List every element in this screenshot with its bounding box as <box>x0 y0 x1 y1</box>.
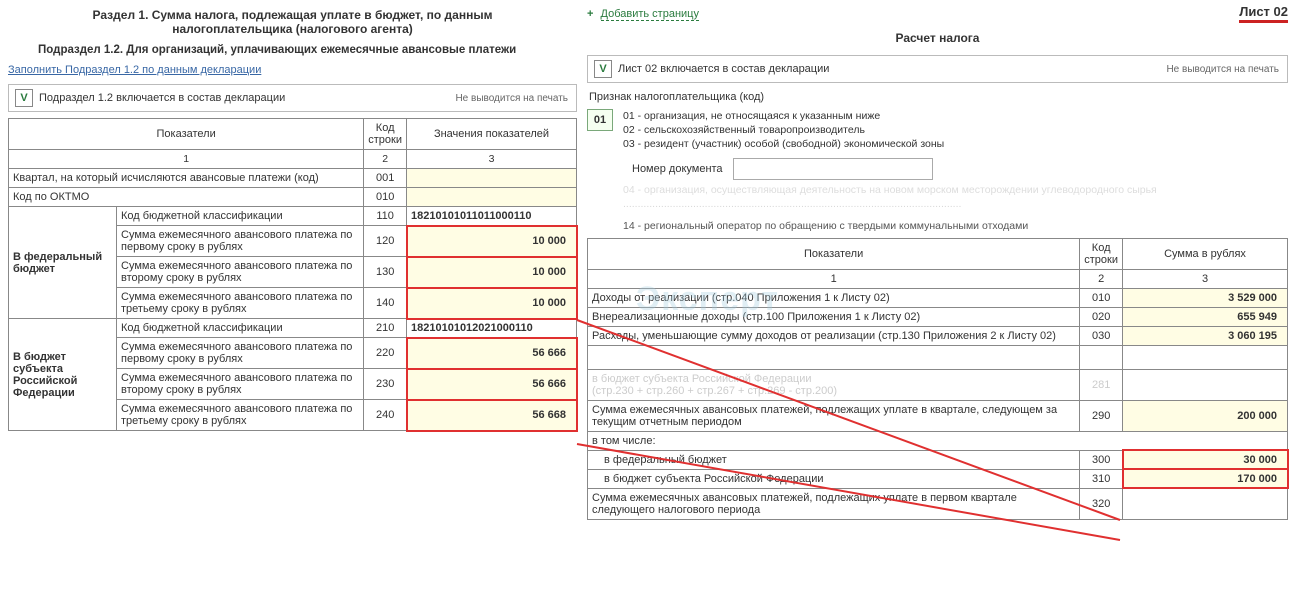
val-230[interactable]: 56 666 <box>407 369 577 400</box>
subj-header: В бюджет субъекта Российской Федерации <box>9 319 117 431</box>
sum-300[interactable]: 30 000 <box>1123 450 1288 469</box>
reg-hint-14: 14 - региональный оператор по обращению … <box>623 220 1288 232</box>
val-130[interactable]: 10 000 <box>407 257 577 288</box>
sum-320[interactable] <box>1123 488 1288 519</box>
include-checkbox[interactable]: V <box>15 89 33 107</box>
left-pane: Раздел 1. Сумма налога, подлежащая уплат… <box>0 0 583 590</box>
taxcode-heading: Признак налогоплательщика (код) <box>589 91 1288 103</box>
subhead-3: 3 <box>407 150 577 169</box>
left-subtitle: Подраздел 1.2. Для организаций, уплачива… <box>38 44 577 56</box>
rcol-3: Сумма в рублях <box>1123 238 1288 269</box>
docnum-input[interactable] <box>733 158 933 180</box>
row-020: Внереализационные доходы (стр.100 Прилож… <box>588 307 1288 326</box>
noprint-label-02: Не выводится на печать <box>1166 64 1287 75</box>
row-281: в бюджет субъекта Российской Федерации (… <box>588 369 1288 400</box>
row-incl: в том числе: <box>588 431 1288 450</box>
right-title: Расчет налога <box>587 31 1288 45</box>
rsub-3: 3 <box>1123 269 1288 288</box>
sum-030[interactable]: 3 060 195 <box>1123 326 1288 345</box>
taxcode-value[interactable]: 01 <box>587 109 613 131</box>
val-010[interactable] <box>407 188 577 207</box>
fed-header: В федеральный бюджет <box>9 207 117 319</box>
rsub-1: 1 <box>588 269 1080 288</box>
include-section-12: V Подраздел 1.2 включается в состав декл… <box>8 84 577 112</box>
include-checkbox-02[interactable]: V <box>594 60 612 78</box>
val-210: 18210101012021000110 <box>407 319 577 338</box>
row-320: Сумма ежемесячных авансовых платежей, по… <box>588 488 1288 519</box>
rcol-2: Код строки <box>1080 238 1123 269</box>
subhead-2: 2 <box>364 150 407 169</box>
row-kvartal: Квартал, на который исчисляются авансовы… <box>9 169 577 188</box>
add-page-link[interactable]: Добавить страницу <box>601 8 699 21</box>
rsub-2: 2 <box>1080 269 1123 288</box>
col-header-1: Показатели <box>9 119 364 150</box>
fill-section-link[interactable]: Заполнить Подраздел 1.2 по данным деклар… <box>8 64 261 76</box>
plus-icon: + <box>587 8 593 20</box>
col-header-3: Значения показателей <box>407 119 577 150</box>
left-table: Показатели Код строки Значения показател… <box>8 118 577 431</box>
row-300: в федеральный бюджет 300 30 000 <box>588 450 1288 469</box>
docnum-label: Номер документа <box>632 163 723 175</box>
row-010: Доходы от реализации (стр.040 Приложения… <box>588 288 1288 307</box>
sum-290[interactable]: 200 000 <box>1123 400 1288 431</box>
include-label: Подраздел 1.2 включается в состав деклар… <box>39 92 285 104</box>
row-oktmo: Код по ОКТМО 010 <box>9 188 577 207</box>
val-120[interactable]: 10 000 <box>407 226 577 257</box>
taxcode-list: 01 - организация, не относящаяся к указа… <box>623 109 944 152</box>
row-030: Расходы, уменьшающие сумму доходов от ре… <box>588 326 1288 345</box>
rcol-1: Показатели <box>588 238 1080 269</box>
row-fed-kbk: В федеральный бюджет Код бюджетной класс… <box>9 207 577 226</box>
row-310: в бюджет субъекта Российской Федерации 3… <box>588 469 1288 488</box>
faded-04: 04 - организация, осуществляющая деятель… <box>623 184 1288 196</box>
right-table: Показатели Код строки Сумма в рублях 1 2… <box>587 238 1288 520</box>
sum-010[interactable]: 3 529 000 <box>1123 288 1288 307</box>
row-subj-kbk: В бюджет субъекта Российской Федерации К… <box>9 319 577 338</box>
sum-310[interactable]: 170 000 <box>1123 469 1288 488</box>
left-title: Раздел 1. Сумма налога, подлежащая уплат… <box>38 8 547 36</box>
right-pane: + Добавить страницу Лист 02 Расчет налог… <box>583 0 1294 590</box>
val-001[interactable] <box>407 169 577 188</box>
val-140[interactable]: 10 000 <box>407 288 577 319</box>
row-290: Сумма ежемесячных авансовых платежей, по… <box>588 400 1288 431</box>
gap-row <box>588 345 1288 369</box>
sheet-02-label: Лист 02 <box>1239 4 1288 23</box>
subhead-1: 1 <box>9 150 364 169</box>
sum-281 <box>1123 369 1288 400</box>
noprint-label: Не выводится на печать <box>455 93 576 104</box>
val-110: 18210101011011000110 <box>407 207 577 226</box>
col-header-2: Код строки <box>364 119 407 150</box>
include-label-02: Лист 02 включается в состав декларации <box>618 63 829 75</box>
val-220[interactable]: 56 666 <box>407 338 577 369</box>
include-sheet-02: V Лист 02 включается в состав декларации… <box>587 55 1288 83</box>
sum-020[interactable]: 655 949 <box>1123 307 1288 326</box>
val-240[interactable]: 56 668 <box>407 400 577 431</box>
